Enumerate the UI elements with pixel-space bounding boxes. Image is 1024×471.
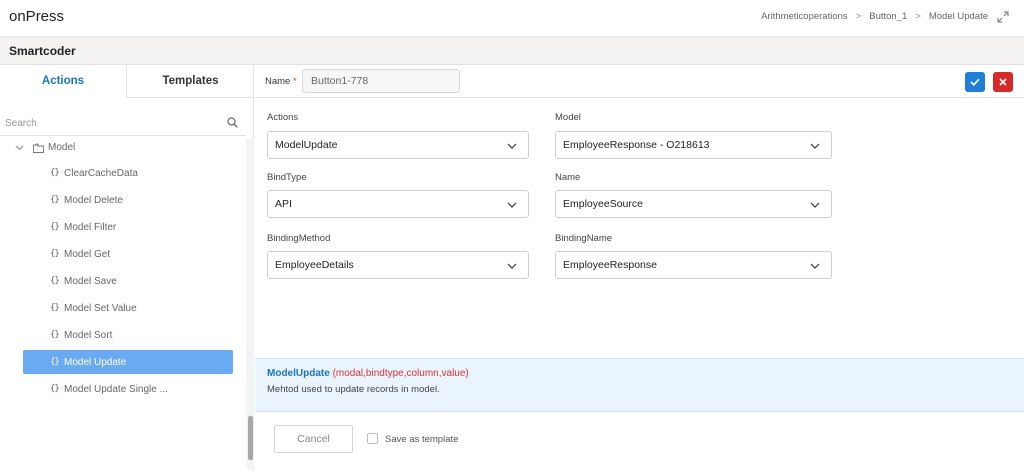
code-braces-icon: {} — [50, 249, 60, 259]
list-item[interactable]: {} Model Set Value — [23, 296, 233, 320]
chevron-down-icon — [507, 263, 517, 269]
save-as-template-label: Save as template — [385, 434, 459, 445]
model-value: EmployeeResponse - O218613 — [563, 139, 710, 151]
list-item[interactable]: {} Model Update Single ... — [23, 377, 233, 401]
cancel-button[interactable]: Cancel — [274, 425, 353, 453]
breadcrumb-separator: > — [855, 11, 862, 22]
expand-arrows-icon[interactable] — [997, 11, 1009, 23]
name-field-label: Name — [555, 172, 581, 183]
bindingmethod-select[interactable]: EmployeeDetails — [267, 251, 529, 279]
name-select-value: EmployeeSource — [563, 198, 643, 210]
chevron-down-icon — [810, 143, 820, 149]
list-item[interactable]: {} Model Filter — [23, 215, 233, 239]
model-label: Model — [555, 112, 581, 123]
list-item[interactable]: {} Model Get — [23, 242, 233, 266]
bindingname-value: EmployeeResponse — [563, 259, 657, 271]
app-title: onPress — [9, 8, 65, 25]
function-description: Mehtod used to update records in model. — [267, 384, 440, 395]
actions-label: Actions — [267, 112, 299, 123]
bindtype-select[interactable]: API — [267, 190, 529, 218]
code-braces-icon: {} — [50, 330, 60, 340]
close-icon — [999, 78, 1007, 86]
tab-actions[interactable]: Actions — [0, 65, 127, 98]
code-braces-icon: {} — [50, 168, 60, 178]
footer: Cancel Save as template — [255, 412, 1024, 471]
breadcrumb-item-current: Model Update — [928, 11, 988, 22]
code-braces-icon: {} — [50, 195, 60, 205]
actions-select[interactable]: ModelUpdate — [267, 131, 529, 159]
function-signature: ModelUpdate (modal,bindtype,column,value… — [267, 368, 469, 379]
actions-value: ModelUpdate — [275, 139, 338, 151]
list-item-label: Model Delete — [64, 194, 123, 206]
code-braces-icon: {} — [50, 357, 60, 367]
bindtype-label: BindType — [267, 172, 307, 183]
chevron-down-icon — [810, 202, 820, 208]
list-item[interactable]: {} ClearCacheData — [23, 161, 233, 185]
panel-title: Smartcoder — [9, 44, 76, 58]
search-bar — [0, 110, 246, 136]
sidebar-tabs: Actions Templates — [0, 65, 254, 98]
list-item[interactable]: {} Model Save — [23, 269, 233, 293]
smartcoder-bar: Smartcoder — [0, 37, 1024, 65]
list-item-label: Model Update Single ... — [64, 383, 168, 395]
chevron-down-icon — [507, 143, 517, 149]
bindtype-value: API — [275, 198, 292, 210]
breadcrumb-item[interactable]: Button_1 — [869, 11, 907, 22]
confirm-button[interactable] — [965, 72, 985, 92]
name-label-text: Name — [265, 76, 291, 87]
list-item-label: ClearCacheData — [64, 167, 138, 179]
main-panel: Name * Button1-778 Actions ModelUpdate M… — [255, 65, 1024, 471]
name-row: Name * Button1-778 — [255, 65, 1024, 98]
check-icon — [970, 78, 980, 86]
model-select[interactable]: EmployeeResponse - O218613 — [555, 131, 832, 159]
breadcrumb: Arithmeticoperations > Button_1 > Model … — [761, 11, 988, 22]
breadcrumb-item[interactable]: Arithmeticoperations — [761, 11, 848, 22]
list-item[interactable]: {} Model Delete — [23, 188, 233, 212]
list-item-label: Model Sort — [64, 329, 113, 341]
bindingmethod-value: EmployeeDetails — [275, 259, 354, 271]
list-item-selected[interactable]: {} Model Update — [23, 350, 233, 374]
name-input[interactable]: Button1-778 — [302, 69, 460, 93]
function-name: ModelUpdate — [267, 368, 330, 379]
list-item[interactable]: {} Model Sort — [23, 323, 233, 347]
list-item-label: Model Save — [64, 275, 117, 287]
function-info-box: ModelUpdate (modal,bindtype,column,value… — [255, 358, 1024, 412]
search-icon[interactable] — [227, 117, 238, 128]
list-item-label: Model Get — [64, 248, 111, 260]
list-item-label: Model Filter — [64, 221, 117, 233]
bindingname-select[interactable]: EmployeeResponse — [555, 251, 832, 279]
chevron-down-icon[interactable] — [15, 145, 24, 151]
tab-templates[interactable]: Templates — [127, 65, 254, 98]
breadcrumb-separator: > — [915, 11, 921, 22]
tree-node-label: Model — [48, 142, 76, 153]
scrollbar-thumb[interactable] — [248, 416, 253, 460]
list-item-label: Model Update — [64, 356, 127, 368]
bindingname-label: BindingName — [555, 233, 613, 244]
function-params: (modal,bindtype,column,value) — [332, 368, 469, 379]
code-braces-icon: {} — [50, 303, 60, 313]
required-mark: * — [292, 76, 297, 87]
list-item-label: Model Set Value — [64, 302, 137, 314]
sidebar: Actions Templates Model {} ClearCacheDat… — [0, 65, 254, 471]
search-input[interactable] — [5, 114, 215, 132]
code-braces-icon: {} — [50, 384, 60, 394]
code-braces-icon: {} — [50, 276, 60, 286]
tree-node-model[interactable]: Model — [0, 139, 246, 159]
bindingmethod-label: BindingMethod — [267, 233, 331, 244]
save-as-template-checkbox[interactable] — [367, 433, 378, 444]
folder-icon — [33, 143, 44, 153]
name-label: Name * — [265, 76, 297, 87]
chevron-down-icon — [810, 263, 820, 269]
chevron-down-icon — [507, 202, 517, 208]
top-header: onPress Arithmeticoperations > Button_1 … — [0, 0, 1024, 37]
name-select[interactable]: EmployeeSource — [555, 190, 832, 218]
close-button[interactable] — [993, 72, 1013, 92]
code-braces-icon: {} — [50, 222, 60, 232]
